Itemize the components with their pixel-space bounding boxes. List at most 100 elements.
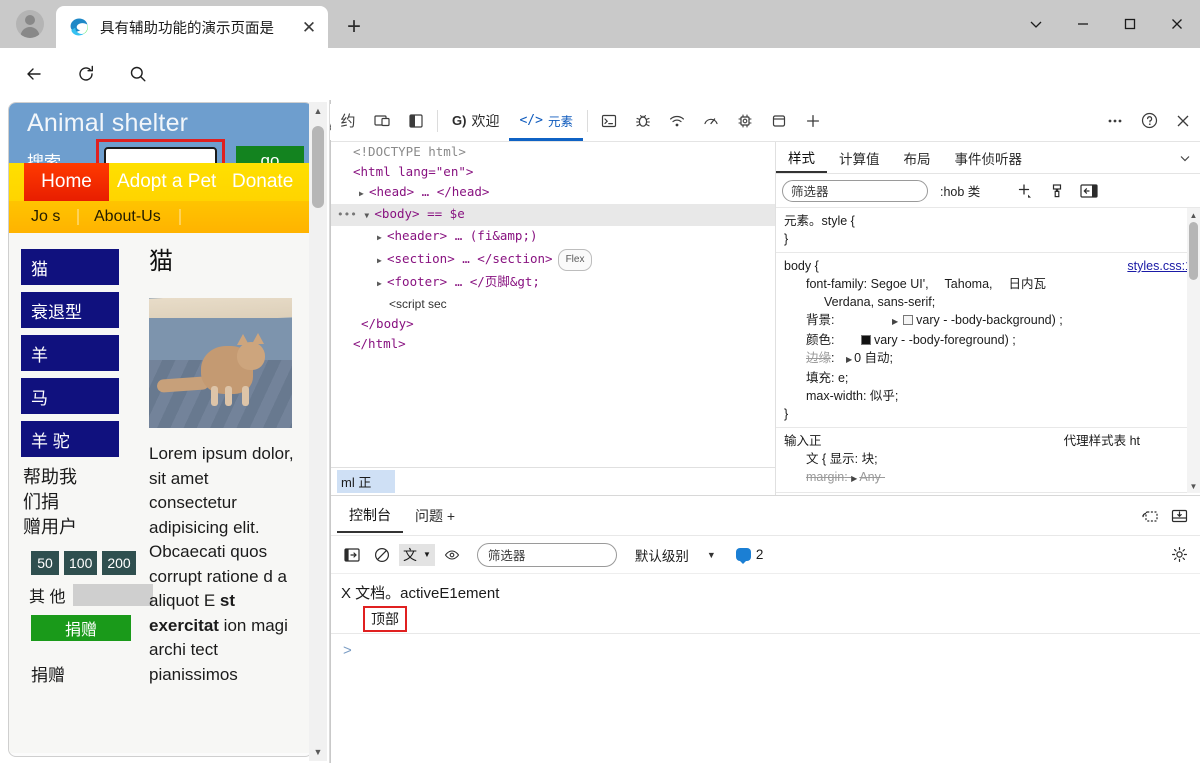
- tab-layout[interactable]: 布局: [892, 142, 943, 173]
- back-arrow-icon[interactable]: [18, 58, 50, 90]
- dock-side-icon[interactable]: [365, 104, 399, 138]
- dom-line-head[interactable]: ▶<head> … </head>: [331, 182, 775, 204]
- close-devtools-icon[interactable]: [1166, 104, 1200, 138]
- dom-line-html-close[interactable]: </html>: [331, 334, 775, 354]
- color-swatch-background[interactable]: [903, 315, 913, 325]
- css-decl-margin[interactable]: 边缘: ▶0 自动;: [784, 349, 1192, 369]
- css-decl-font-family[interactable]: font-family: Segoe UI', Tahoma, 日内瓦: [784, 275, 1192, 293]
- css-decl-color[interactable]: 颜色: vary - -body-foreground) ;: [784, 331, 1192, 349]
- css-decl-display[interactable]: 文 { 显示: 块;: [784, 450, 1192, 468]
- debugger-bug-icon[interactable]: [626, 104, 660, 138]
- new-style-rule-icon[interactable]: [1012, 179, 1038, 203]
- live-expression-icon[interactable]: [439, 543, 465, 567]
- nav2-item-about-us[interactable]: About-Us: [94, 201, 161, 233]
- search-icon[interactable]: [122, 58, 154, 90]
- tab-styles[interactable]: 样式: [776, 142, 827, 173]
- console-message[interactable]: X 文档。activeE1ement 顶部: [331, 574, 1200, 634]
- console-prompt[interactable]: >: [331, 634, 1200, 667]
- new-tab-button[interactable]: +: [338, 11, 370, 43]
- category-button-cat[interactable]: 猫: [21, 249, 119, 285]
- nav-item-home[interactable]: Home: [24, 163, 109, 201]
- dom-line-header[interactable]: ▶<header> … (fi&amp;): [331, 226, 775, 248]
- styles-scrollbar[interactable]: [1187, 208, 1200, 493]
- nav-item-donate[interactable]: Donate: [232, 163, 293, 201]
- toggle-sidebar-icon[interactable]: [1076, 179, 1102, 203]
- scroll-up-icon[interactable]: ▲: [309, 102, 327, 120]
- dom-line-footer[interactable]: ▶<footer> … </页脚&gt;: [331, 272, 775, 294]
- dock-bottom-icon[interactable]: [1164, 502, 1194, 530]
- inspect-约-icon[interactable]: 约: [331, 104, 365, 138]
- flex-badge[interactable]: Flex: [558, 249, 593, 271]
- nav-item-adopt[interactable]: Adopt a Pet: [117, 163, 216, 201]
- category-button-decline[interactable]: 衰退型: [21, 292, 119, 328]
- scrollbar-thumb[interactable]: [312, 126, 324, 208]
- memory-chip-icon[interactable]: [728, 104, 762, 138]
- minimize-icon[interactable]: [1059, 0, 1106, 48]
- scroll-down-icon[interactable]: ▼: [309, 743, 327, 761]
- restore-drawer-icon[interactable]: [1134, 502, 1164, 530]
- tab-welcome[interactable]: G) 欢迎: [442, 101, 509, 141]
- dom-line-doctype[interactable]: <!DOCTYPE html>: [331, 142, 775, 162]
- clear-console-icon[interactable]: [369, 543, 395, 567]
- close-icon[interactable]: [1153, 0, 1200, 48]
- console-issues-badge[interactable]: 2: [736, 547, 764, 562]
- console-level-selector[interactable]: 默认级别: [635, 545, 689, 565]
- tab-event-listeners[interactable]: 事件侦听器: [943, 142, 1035, 173]
- css-rule-body[interactable]: styles.css:1 body { font-family: Segoe U…: [776, 253, 1200, 428]
- dom-line-html-open[interactable]: <html lang="en">: [331, 162, 775, 182]
- console-sidebar-icon[interactable]: [339, 543, 365, 567]
- css-decl-padding[interactable]: 填充: e;: [784, 369, 1192, 387]
- css-rules-list[interactable]: 元素。style { } styles.css:1 body { font-fa…: [776, 208, 1200, 493]
- network-wifi-icon[interactable]: [660, 104, 694, 138]
- scroll-up-icon[interactable]: ▲: [1187, 208, 1200, 222]
- hov-class-toggle[interactable]: :hob 类: [940, 181, 980, 200]
- amount-button-200[interactable]: 200: [102, 551, 135, 575]
- maximize-icon[interactable]: [1106, 0, 1153, 48]
- console-icon[interactable]: [592, 104, 626, 138]
- footer-donate-link[interactable]: 捐赠: [31, 661, 65, 686]
- more-tools-icon[interactable]: [1098, 104, 1132, 138]
- page-scrollbar[interactable]: ▲ ▼: [309, 102, 327, 761]
- tab-elements[interactable]: </> 元素: [509, 101, 583, 141]
- tab-issues[interactable]: 问题 +: [403, 499, 467, 533]
- dom-line-section[interactable]: ▶<section> … </section>Flex: [331, 248, 775, 272]
- dom-line-script[interactable]: <script sec: [331, 294, 775, 314]
- chevron-down-icon[interactable]: ▼: [707, 550, 716, 560]
- donate-button[interactable]: 捐赠: [31, 615, 131, 641]
- performance-gauge-icon[interactable]: [694, 104, 728, 138]
- console-context-selector[interactable]: 文▼: [399, 544, 435, 566]
- chevron-down-icon[interactable]: [1170, 151, 1200, 165]
- browser-tab[interactable]: 具有辅助功能的演示页面是 ✕: [56, 6, 328, 48]
- dom-breadcrumb[interactable]: ml 正: [331, 467, 775, 495]
- dom-tree[interactable]: <!DOCTYPE html> <html lang="en"> ▶<head>…: [331, 142, 775, 467]
- css-source-link[interactable]: styles.css:1: [1127, 257, 1192, 275]
- tab-close-icon[interactable]: ✕: [296, 14, 322, 40]
- add-tab-icon[interactable]: [796, 104, 830, 138]
- category-button-sheep[interactable]: 羊: [21, 335, 119, 371]
- help-icon[interactable]: [1132, 104, 1166, 138]
- css-decl-max-width[interactable]: max-width: 似乎;: [784, 387, 1192, 405]
- nav2-item-jobs[interactable]: Jo s: [31, 201, 60, 233]
- breadcrumb-item[interactable]: ml 正: [337, 470, 395, 493]
- dom-line-body-selected[interactable]: ••• ▼<body> == $e: [331, 204, 775, 226]
- gear-icon[interactable]: [1166, 543, 1192, 567]
- amount-button-100[interactable]: 100: [64, 551, 97, 575]
- css-rule-element-style[interactable]: 元素。style { }: [776, 208, 1200, 253]
- styles-filter-input[interactable]: 筛选器: [782, 180, 928, 202]
- element-classes-icon[interactable]: [1044, 179, 1070, 203]
- chevron-down-icon[interactable]: [1012, 0, 1059, 48]
- category-button-horse[interactable]: 马: [21, 378, 119, 414]
- tab-computed[interactable]: 计算值: [827, 142, 892, 173]
- scroll-down-icon[interactable]: ▼: [1187, 479, 1200, 493]
- category-button-alpaca[interactable]: 羊 驼: [21, 421, 119, 457]
- css-decl-background[interactable]: 背景: ▶vary - -body-background) ;: [784, 311, 1192, 331]
- tab-console[interactable]: 控制台: [337, 499, 403, 533]
- css-decl-margin-ua[interactable]: margin: ▶Any-: [784, 468, 1192, 488]
- application-box-icon[interactable]: [762, 104, 796, 138]
- dom-line-body-close[interactable]: </body>: [331, 314, 775, 334]
- amount-button-50[interactable]: 50: [31, 551, 59, 575]
- profile-button[interactable]: [8, 4, 52, 44]
- reload-icon[interactable]: [70, 58, 102, 90]
- color-swatch-color[interactable]: [861, 335, 871, 345]
- css-rule-useragent[interactable]: 代理样式表 ht 输入正 文 { 显示: 块; margin: ▶Any-: [776, 428, 1200, 493]
